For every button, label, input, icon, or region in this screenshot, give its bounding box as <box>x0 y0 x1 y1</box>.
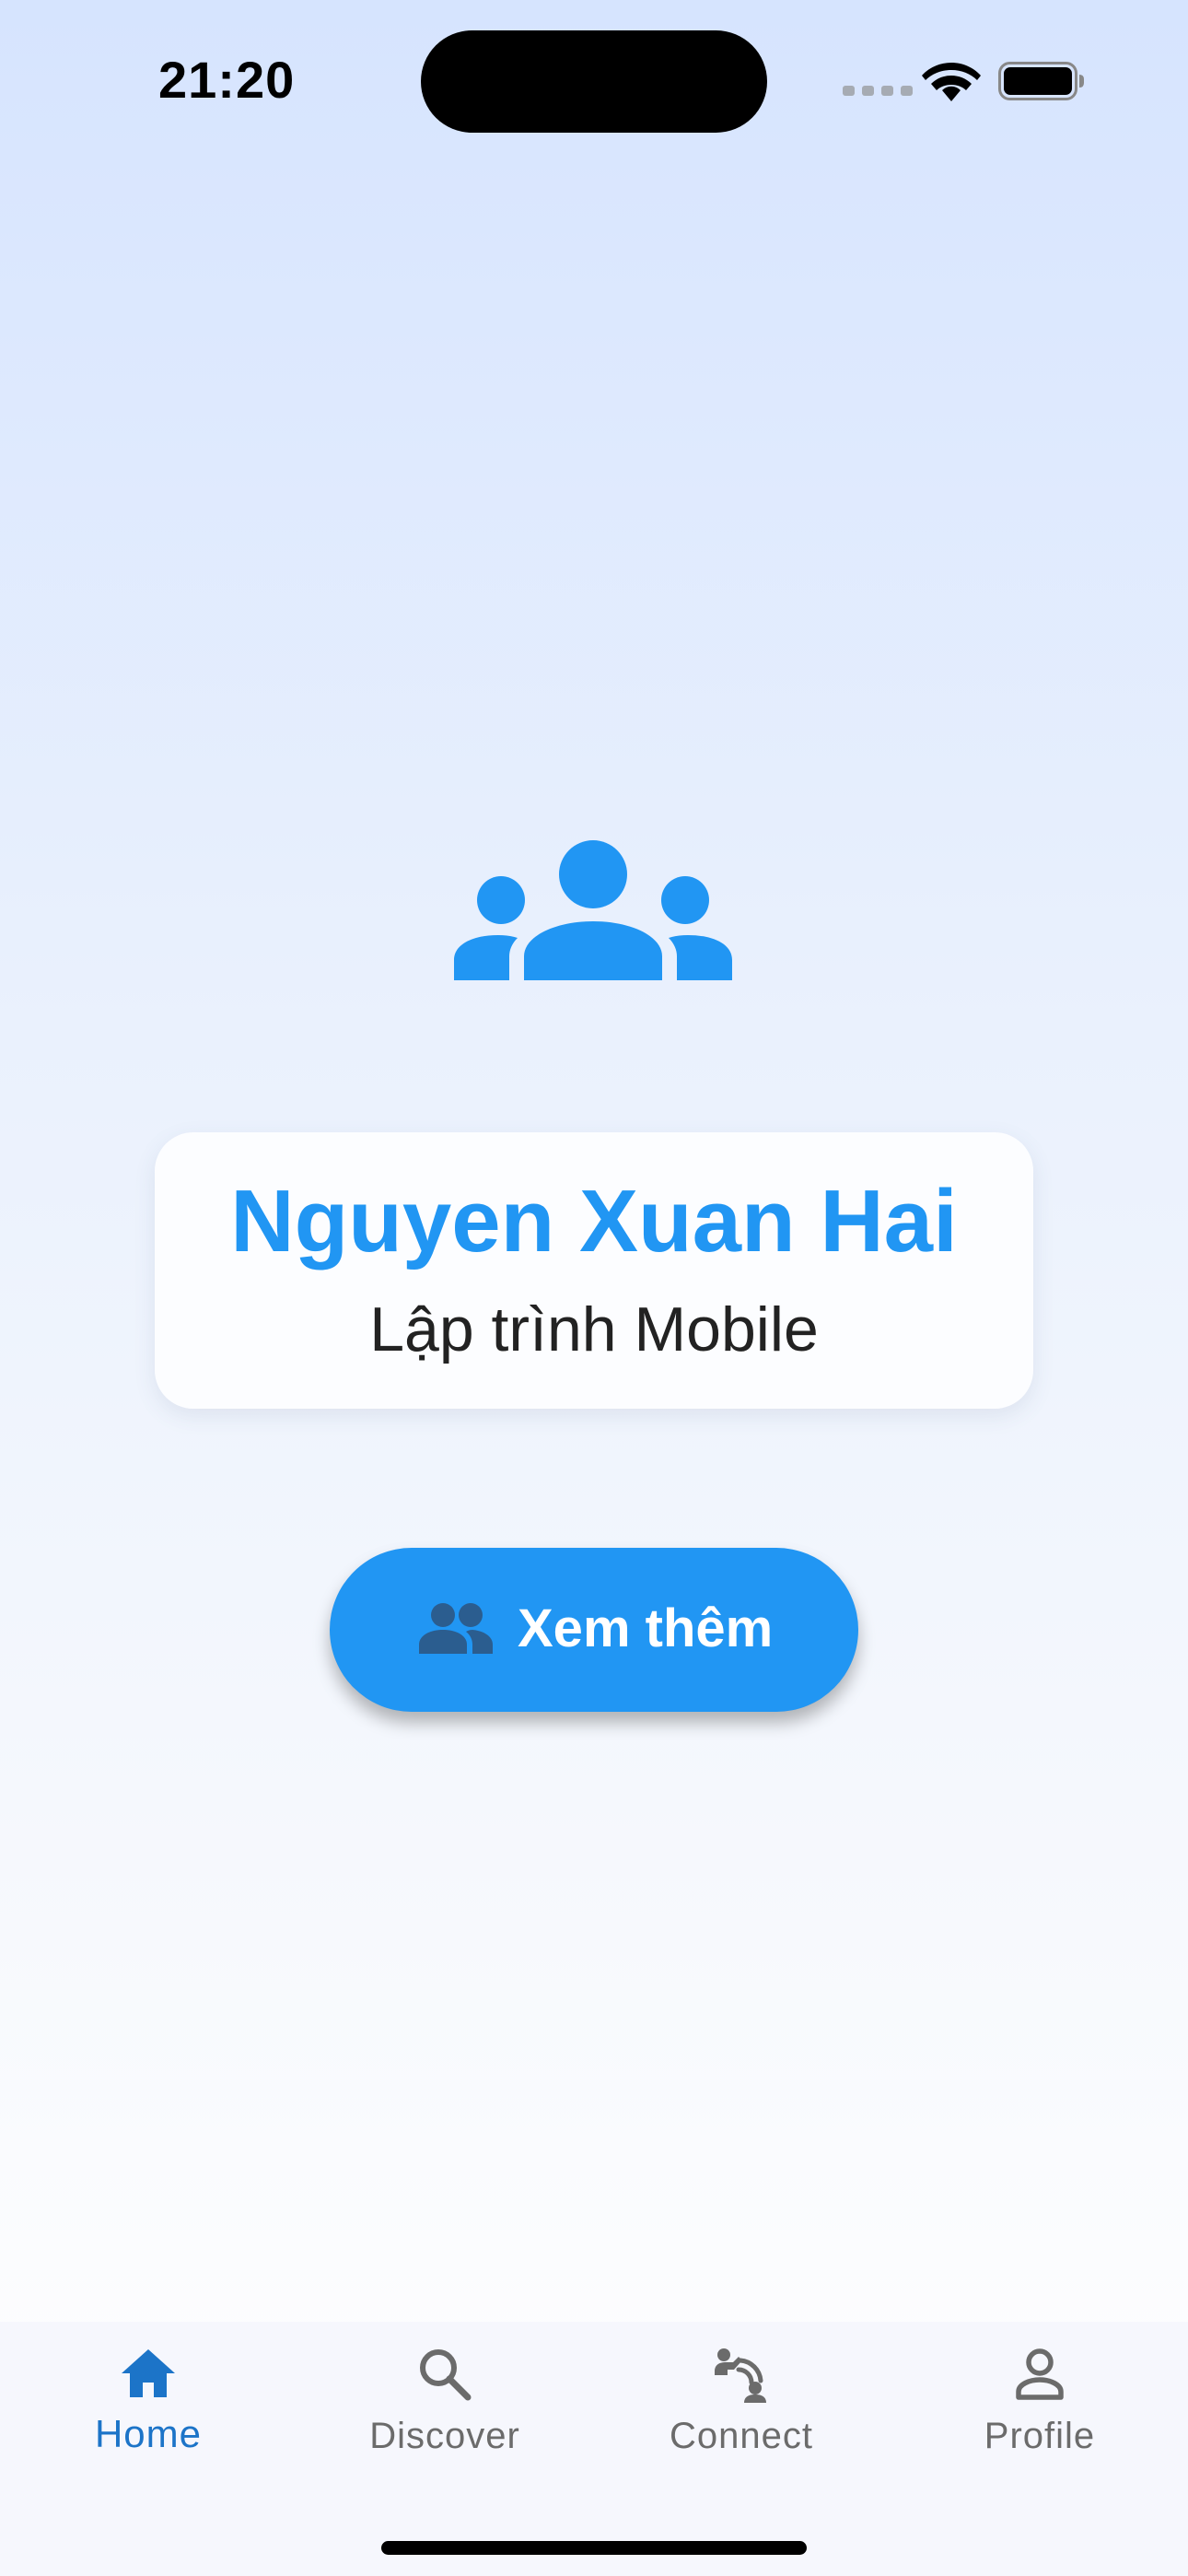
nav-label-profile: Profile <box>984 2416 1096 2456</box>
profile-role: Lập trình Mobile <box>369 1294 819 1364</box>
group-icon <box>454 840 732 980</box>
group-icon <box>419 1603 493 1654</box>
home-icon <box>122 2349 175 2397</box>
status-time: 21:20 <box>158 51 296 109</box>
see-more-button[interactable]: Xem thêm <box>330 1548 858 1712</box>
nav-label-discover: Discover <box>369 2416 520 2456</box>
person-icon <box>1016 2348 1064 2400</box>
nav-label-home: Home <box>94 2412 203 2455</box>
nav-item-connect[interactable]: Connect <box>593 2322 890 2506</box>
profile-name: Nguyen Xuan Hai <box>230 1172 958 1270</box>
bottom-navigation-bar: Home Discover Connect Profile <box>0 2322 1188 2576</box>
nav-item-home[interactable]: Home <box>0 2322 297 2506</box>
nav-item-profile[interactable]: Profile <box>891 2322 1188 2506</box>
wifi-icon <box>922 63 981 101</box>
see-more-label: Xem thêm <box>518 1598 774 1658</box>
search-icon <box>420 2349 472 2401</box>
home-indicator[interactable] <box>381 2541 807 2555</box>
profile-card: Nguyen Xuan Hai Lập trình Mobile <box>155 1132 1033 1409</box>
dynamic-island <box>421 30 767 133</box>
cellular-signal-icon <box>843 86 913 96</box>
battery-icon <box>998 62 1084 100</box>
status-bar: 21:20 <box>0 0 1188 157</box>
nav-item-discover[interactable]: Discover <box>297 2322 593 2506</box>
connect-icon <box>715 2348 766 2403</box>
nav-label-connect: Connect <box>670 2416 813 2456</box>
